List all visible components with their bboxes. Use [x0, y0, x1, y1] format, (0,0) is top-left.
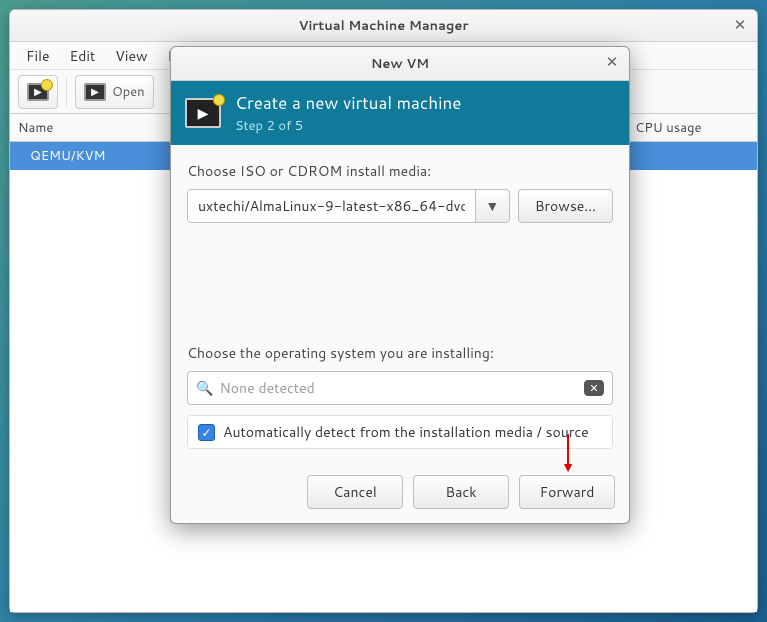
menu-edit[interactable]: Edit — [60, 42, 106, 70]
back-button[interactable]: Back — [413, 475, 509, 509]
media-label: Choose ISO or CDROM install media: — [187, 161, 613, 181]
column-cpu[interactable]: CPU usage — [627, 119, 757, 137]
monitor-new-icon — [27, 83, 49, 101]
new-vm-button[interactable] — [18, 75, 58, 109]
menu-file[interactable]: File — [16, 42, 60, 70]
dialog-window-title: New VM — [371, 55, 429, 73]
open-label: Open — [112, 83, 145, 101]
dialog-banner: Create a new virtual machine Step 2 of 5 — [171, 81, 629, 145]
monitor-icon — [84, 83, 106, 101]
dialog-titlebar: New VM ✕ — [171, 47, 629, 81]
autodetect-label: Automatically detect from the installati… — [223, 422, 589, 442]
dialog-title: Create a new virtual machine — [235, 91, 461, 115]
os-label: Choose the operating system you are inst… — [187, 343, 613, 363]
chevron-down-icon[interactable]: ▼ — [475, 190, 509, 222]
media-combo: ▼ — [187, 189, 510, 223]
browse-button[interactable]: Browse... — [518, 189, 613, 223]
open-vm-button[interactable]: Open — [75, 75, 154, 109]
dialog-body: Choose ISO or CDROM install media: ▼ Bro… — [171, 145, 629, 465]
main-window-title: Virtual Machine Manager — [299, 17, 469, 35]
dialog-footer: Cancel Back Forward — [171, 465, 629, 523]
toolbar-separator — [66, 78, 67, 106]
forward-button[interactable]: Forward — [519, 475, 615, 509]
os-search: 🔍 ✕ — [187, 371, 613, 405]
media-input[interactable] — [188, 190, 475, 222]
media-row: ▼ Browse... — [187, 189, 613, 223]
menu-view[interactable]: View — [105, 42, 157, 70]
os-input[interactable] — [219, 378, 578, 398]
dialog-step: Step 2 of 5 — [235, 117, 461, 135]
search-icon: 🔍 — [196, 378, 213, 398]
cancel-button[interactable]: Cancel — [307, 475, 403, 509]
new-vm-dialog: New VM ✕ Create a new virtual machine St… — [170, 46, 630, 524]
autodetect-row[interactable]: ✓ Automatically detect from the installa… — [187, 415, 613, 449]
close-icon[interactable]: ✕ — [731, 16, 749, 34]
row-label: QEMU/KVM — [30, 147, 105, 165]
dialog-header-text: Create a new virtual machine Step 2 of 5 — [235, 91, 461, 135]
clear-icon[interactable]: ✕ — [584, 380, 604, 396]
dialog-close-icon[interactable]: ✕ — [603, 53, 621, 71]
main-titlebar: Virtual Machine Manager ✕ — [10, 10, 757, 42]
vm-banner-icon — [185, 98, 221, 128]
autodetect-checkbox[interactable]: ✓ — [198, 424, 215, 441]
